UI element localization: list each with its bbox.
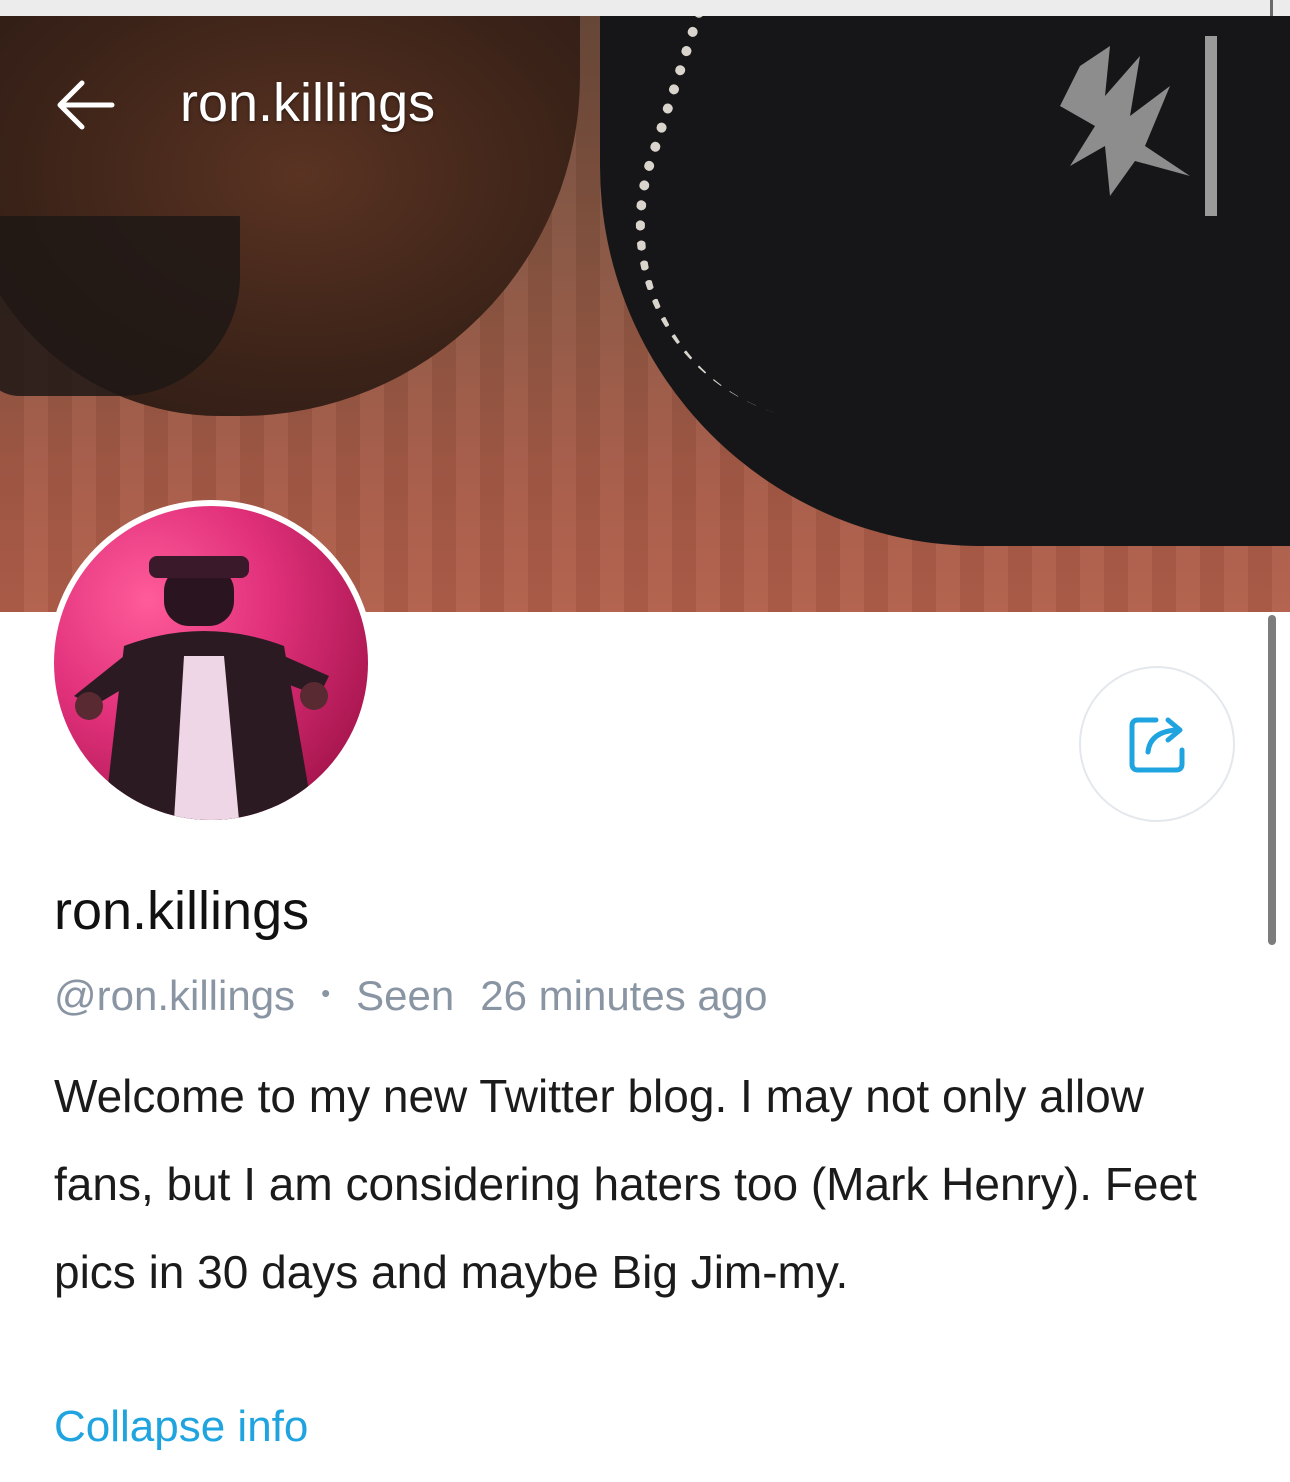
seen-label: Seen [356,972,455,1019]
separator-dot: • [321,978,331,1008]
scrollbar-track [1270,0,1273,16]
collapse-info-link[interactable]: Collapse info [54,1402,308,1452]
display-name: ron.killings [54,881,310,941]
avatar[interactable] [48,500,374,826]
back-button[interactable] [52,75,122,135]
scrollbar[interactable] [1268,615,1276,945]
arrow-left-icon [57,80,115,130]
bio-text: Welcome to my new Twitter blog. I may no… [54,1070,1197,1298]
status-strip [0,0,1290,16]
avatar-figure [74,556,329,820]
rk-logo [1060,36,1217,216]
page-title: ron.killings [180,73,436,133]
share-button[interactable] [1079,666,1235,822]
share-icon [1129,717,1185,773]
avatar-photo [54,506,368,820]
handle: @ron.killings [54,972,296,1019]
seen-time: 26 minutes ago [480,972,768,1019]
profile-meta: @ron.killings • Seen 26 minutes ago [54,972,767,1020]
